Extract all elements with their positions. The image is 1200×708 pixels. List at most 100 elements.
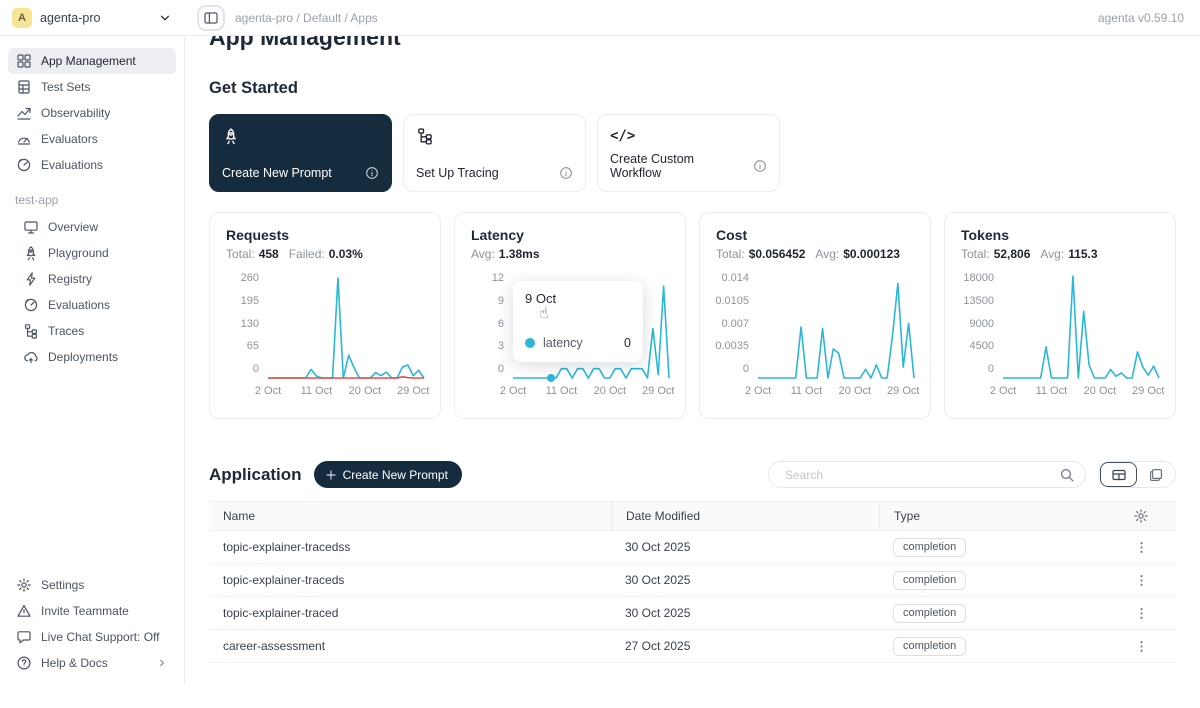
application-header: Application Create New Prompt xyxy=(209,461,1176,488)
y-tick-label: 0 xyxy=(498,364,504,375)
table-row[interactable]: topic-explainer-tracedss30 Oct 2025compl… xyxy=(209,531,1176,564)
x-tick-label: 29 Oct xyxy=(397,385,429,397)
y-axis-labels: 0.0140.01050.0070.00350 xyxy=(716,276,758,378)
breadcrumb: agenta-pro / Default / Apps xyxy=(235,11,378,25)
plus-icon xyxy=(325,469,337,481)
sidebar-app-item-deployments[interactable]: Deployments xyxy=(8,344,176,370)
x-tick-label: 20 Oct xyxy=(349,385,381,397)
column-header-type[interactable]: Type xyxy=(879,502,1106,530)
deployments-icon xyxy=(23,349,39,365)
sidebar-item-label: Deployments xyxy=(48,350,118,364)
sidebar-item-observability[interactable]: Observability xyxy=(8,100,176,126)
info-icon[interactable] xyxy=(753,159,767,173)
panel-left-icon xyxy=(203,10,219,26)
sidebar-app-nav: Overview PlaygroundRegistry Evaluations Tra… xyxy=(8,214,176,370)
cell-name: career-assessment xyxy=(209,639,611,653)
sidebar-footer-item-help-docs[interactable]: Help & Docs xyxy=(8,650,176,676)
cell-name: topic-explainer-tracedss xyxy=(209,540,611,554)
sidebar-item-evaluators[interactable]: Evaluators xyxy=(8,126,176,152)
x-tick-label: 11 Oct xyxy=(546,385,578,397)
y-tick-label: 18000 xyxy=(963,273,994,284)
sidebar-item-evaluations[interactable]: Evaluations xyxy=(8,152,176,178)
x-tick-label: 29 Oct xyxy=(887,385,919,397)
x-axis-labels: 2 Oct11 Oct20 Oct29 Oct xyxy=(513,385,669,399)
search-box xyxy=(768,461,1086,488)
x-tick-label: 11 Oct xyxy=(791,385,823,397)
sidebar-footer-item-invite-teammate[interactable]: Invite Teammate xyxy=(8,598,176,624)
row-menu-kebab-icon[interactable] xyxy=(1130,569,1152,591)
search-icon[interactable] xyxy=(1059,467,1075,483)
table-view-button[interactable] xyxy=(1100,462,1137,487)
sidebar-item-test-sets[interactable]: Test Sets xyxy=(8,74,176,100)
rocket-icon xyxy=(23,245,39,261)
card-label: Create New Prompt xyxy=(222,166,332,180)
sidebar-item-app-management[interactable]: App Management xyxy=(8,48,176,74)
workspace-name: agenta-pro xyxy=(40,11,149,25)
y-tick-label: 0 xyxy=(743,364,749,375)
chart-title: Tokens xyxy=(961,227,1159,243)
sidebar-item-label: Overview xyxy=(48,220,98,234)
y-axis-labels: 129630 xyxy=(471,276,513,378)
x-tick-label: 11 Oct xyxy=(301,385,333,397)
stat-label: Avg: xyxy=(471,247,495,261)
y-tick-label: 13500 xyxy=(963,296,994,307)
workspace-selector[interactable]: A agenta-pro xyxy=(0,8,185,28)
y-tick-label: 130 xyxy=(241,319,259,330)
type-badge: completion xyxy=(893,637,966,656)
create-new-prompt-button[interactable]: Create New Prompt xyxy=(314,461,462,488)
card-view-button[interactable] xyxy=(1137,462,1174,487)
chart-stats: Avg:1.38ms xyxy=(471,247,669,261)
x-axis-labels: 2 Oct11 Oct20 Oct29 Oct xyxy=(268,385,424,399)
sidebar-app-item-evaluations[interactable]: Evaluations xyxy=(8,292,176,318)
x-tick-label: 2 Oct xyxy=(745,385,771,397)
sidebar-footer-item-live-chat-support-off[interactable]: Live Chat Support: Off xyxy=(8,624,176,650)
x-tick-label: 2 Oct xyxy=(500,385,526,397)
card-create-custom-workflow[interactable]: </>Create Custom Workflow xyxy=(597,114,780,192)
y-tick-label: 3 xyxy=(498,341,504,352)
sidebar-app-item-overview[interactable]: Overview xyxy=(8,214,176,240)
info-icon[interactable] xyxy=(365,166,379,180)
x-axis-labels: 2 Oct11 Oct20 Oct29 Oct xyxy=(1003,385,1159,399)
stat-label: Total: xyxy=(226,247,255,261)
x-tick-label: 29 Oct xyxy=(1132,385,1164,397)
table-row[interactable]: topic-explainer-traceds30 Oct 2025comple… xyxy=(209,564,1176,597)
main-content: App Management Get Started Create New Pr… xyxy=(185,24,1200,663)
sidebar-app-item-registry[interactable]: Registry xyxy=(8,266,176,292)
workspace-avatar: A xyxy=(12,8,32,28)
chart-stats: Total:458Failed:0.03% xyxy=(226,247,424,261)
sidebar-item-label: Evaluations xyxy=(48,298,110,312)
info-icon[interactable] xyxy=(559,166,573,180)
help-icon xyxy=(16,655,32,671)
card-set-up-tracing[interactable]: Set Up Tracing xyxy=(403,114,586,192)
chevron-down-icon xyxy=(157,10,173,26)
row-menu-kebab-icon[interactable] xyxy=(1130,536,1152,558)
sidebar-app-item-traces[interactable]: Traces xyxy=(8,318,176,344)
y-tick-label: 4500 xyxy=(970,341,994,352)
chart-svg xyxy=(758,276,914,378)
y-tick-label: 0.007 xyxy=(721,319,749,330)
table-row[interactable]: career-assessment27 Oct 2025 completion xyxy=(209,630,1176,663)
y-tick-label: 260 xyxy=(241,273,259,284)
sidebar-app-item-playground[interactable]: Playground xyxy=(8,240,176,266)
sidebar-toggle-button[interactable] xyxy=(197,5,225,31)
traces-icon xyxy=(23,323,39,339)
table-view-icon xyxy=(1111,467,1127,483)
sidebar-footer-item-settings[interactable]: Settings xyxy=(8,572,176,598)
row-menu-kebab-icon[interactable] xyxy=(1130,602,1152,624)
cell-date-modified: 27 Oct 2025 xyxy=(611,639,879,653)
x-tick-label: 20 Oct xyxy=(839,385,871,397)
y-tick-label: 65 xyxy=(247,341,259,352)
card-create-new-prompt[interactable]: Create New Prompt xyxy=(209,114,392,192)
sidebar-item-label: Live Chat Support: Off xyxy=(41,630,160,644)
row-menu-kebab-icon[interactable] xyxy=(1130,635,1152,657)
table-row[interactable]: topic-explainer-traced30 Oct 2025complet… xyxy=(209,597,1176,630)
x-tick-label: 20 Oct xyxy=(594,385,626,397)
y-tick-label: 0 xyxy=(253,364,259,375)
sidebar-item-label: Test Sets xyxy=(41,80,90,94)
search-input[interactable] xyxy=(783,467,1053,483)
y-tick-label: 195 xyxy=(241,296,259,307)
column-header-date-modified[interactable]: Date Modified xyxy=(611,502,879,530)
stat-value: $0.000123 xyxy=(843,247,900,261)
column-header-name[interactable]: Name xyxy=(209,509,611,523)
column-settings-gear-icon[interactable] xyxy=(1133,508,1149,524)
